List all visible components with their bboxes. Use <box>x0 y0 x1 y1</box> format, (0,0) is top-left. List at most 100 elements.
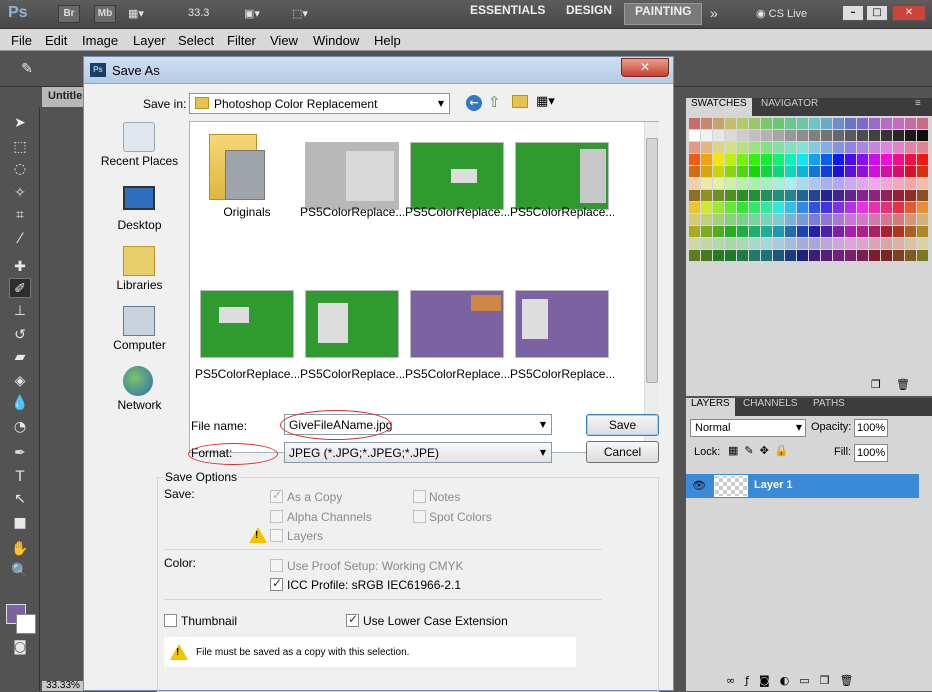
lock-icons[interactable]: ▦✎✥🔒 <box>728 444 795 457</box>
place-computer[interactable]: Computer <box>91 306 188 362</box>
swatch[interactable] <box>701 178 712 189</box>
swatch[interactable] <box>797 202 808 213</box>
swatch[interactable] <box>761 142 772 153</box>
icc-profile-checkbox[interactable] <box>270 576 283 591</box>
swatch[interactable] <box>821 238 832 249</box>
swatch[interactable] <box>785 214 796 225</box>
swatch[interactable] <box>869 142 880 153</box>
swatch[interactable] <box>809 202 820 213</box>
swatch[interactable] <box>905 118 916 129</box>
swatch[interactable] <box>689 190 700 201</box>
swatch[interactable] <box>689 178 700 189</box>
swatch[interactable] <box>689 142 700 153</box>
file-item[interactable]: PS5ColorReplace... <box>405 290 509 394</box>
swatch[interactable] <box>749 118 760 129</box>
swatch[interactable] <box>917 142 928 153</box>
file-item[interactable]: PS5ColorReplace... <box>405 142 509 246</box>
swatch[interactable] <box>821 250 832 261</box>
workspace-design[interactable]: DESIGN <box>556 3 622 25</box>
swatch[interactable] <box>881 214 892 225</box>
swatch[interactable] <box>845 202 856 213</box>
swatch[interactable] <box>821 166 832 177</box>
swatch[interactable] <box>881 118 892 129</box>
file-item[interactable]: PS5ColorReplace... <box>300 142 404 246</box>
swatch[interactable] <box>689 226 700 237</box>
swatch[interactable] <box>809 178 820 189</box>
swatch[interactable] <box>737 214 748 225</box>
swatch[interactable] <box>893 250 904 261</box>
swatch[interactable] <box>713 142 724 153</box>
swatch[interactable] <box>737 226 748 237</box>
swatch[interactable] <box>809 118 820 129</box>
close-icon[interactable]: ✕ <box>892 5 926 21</box>
swatch[interactable] <box>881 154 892 165</box>
swatch[interactable] <box>821 118 832 129</box>
swatch[interactable] <box>701 226 712 237</box>
swatch[interactable] <box>905 190 916 201</box>
clone-stamp-tool-icon[interactable]: ⊥ <box>9 301 31 321</box>
swatch[interactable] <box>905 130 916 141</box>
swatch[interactable] <box>749 250 760 261</box>
swatch[interactable] <box>689 250 700 261</box>
swatch[interactable] <box>893 166 904 177</box>
swatch[interactable] <box>833 130 844 141</box>
swatch[interactable] <box>881 178 892 189</box>
swatch[interactable] <box>809 154 820 165</box>
delete-swatch-icon[interactable]: 🗑 <box>896 378 910 391</box>
swatch[interactable] <box>845 142 856 153</box>
swatch[interactable] <box>773 190 784 201</box>
swatch[interactable] <box>881 190 892 201</box>
swatch[interactable] <box>701 142 712 153</box>
swatch[interactable] <box>905 166 916 177</box>
swatch[interactable] <box>761 130 772 141</box>
swatch[interactable] <box>869 166 880 177</box>
panel-menu-icon[interactable]: ≡ <box>910 98 926 116</box>
back-icon[interactable]: ← <box>466 95 482 111</box>
swatch[interactable] <box>773 202 784 213</box>
move-tool-icon[interactable]: ➤ <box>9 113 31 133</box>
swatch[interactable] <box>689 166 700 177</box>
swatch[interactable] <box>701 238 712 249</box>
swatch[interactable] <box>833 226 844 237</box>
swatch[interactable] <box>869 118 880 129</box>
swatch[interactable] <box>869 214 880 225</box>
layer-row[interactable]: 👁 Layer 1 <box>686 474 919 498</box>
swatch[interactable] <box>737 190 748 201</box>
swatch[interactable] <box>905 214 916 225</box>
menu-file[interactable]: File <box>11 33 32 48</box>
swatch[interactable] <box>809 166 820 177</box>
swatch[interactable] <box>725 250 736 261</box>
swatch[interactable] <box>893 154 904 165</box>
swatch[interactable] <box>773 178 784 189</box>
menu-help[interactable]: Help <box>374 33 401 48</box>
swatch[interactable] <box>701 166 712 177</box>
swatch[interactable] <box>869 190 880 201</box>
swatch[interactable] <box>761 118 772 129</box>
extras-icon[interactable]: ▦▾ <box>128 7 144 20</box>
swatch[interactable] <box>893 190 904 201</box>
swatch[interactable] <box>749 190 760 201</box>
quick-select-tool-icon[interactable]: ✧ <box>9 183 31 203</box>
swatch[interactable] <box>713 202 724 213</box>
maximize-icon[interactable]: □ <box>866 5 888 21</box>
swatch[interactable] <box>785 130 796 141</box>
file-item[interactable]: PS5ColorReplace... <box>510 290 614 394</box>
swatch[interactable] <box>833 154 844 165</box>
swatch[interactable] <box>809 238 820 249</box>
swatch[interactable] <box>713 238 724 249</box>
swatch[interactable] <box>905 154 916 165</box>
place-libraries[interactable]: Libraries <box>91 246 188 302</box>
visibility-eye-icon[interactable]: 👁 <box>692 479 706 492</box>
swatch[interactable] <box>821 190 832 201</box>
swatch[interactable] <box>917 214 928 225</box>
swatch[interactable] <box>917 178 928 189</box>
swatch[interactable] <box>893 142 904 153</box>
swatch[interactable] <box>701 250 712 261</box>
eraser-tool-icon[interactable]: ▰ <box>9 347 31 367</box>
zoom-level[interactable]: 33.3 <box>188 7 209 19</box>
menu-filter[interactable]: Filter <box>227 33 256 48</box>
swatch[interactable] <box>785 190 796 201</box>
swatch[interactable] <box>689 202 700 213</box>
arrange-documents-icon[interactable]: ▣▾ <box>244 7 260 20</box>
swatch[interactable] <box>857 238 868 249</box>
